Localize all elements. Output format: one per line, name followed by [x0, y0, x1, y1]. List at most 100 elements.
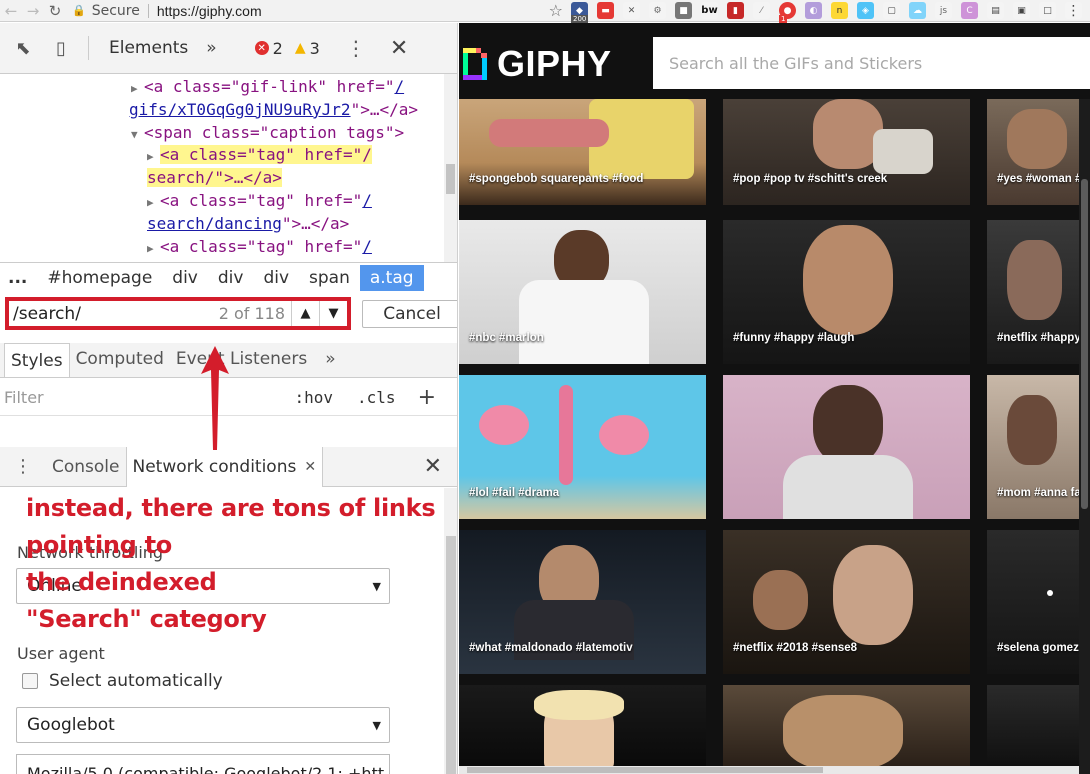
tab-console[interactable]: Console — [46, 447, 126, 487]
close-tab-icon[interactable]: ✕ — [304, 459, 316, 475]
gif-tile[interactable]: #mom #anna fa — [987, 375, 1079, 519]
gif-tile[interactable] — [459, 685, 706, 766]
expand-triangle-icon[interactable]: ▶ — [147, 192, 160, 215]
page-scrollbar[interactable] — [1079, 99, 1090, 774]
tab-event-listeners[interactable]: Event Listeners — [170, 349, 313, 377]
devtools-close-icon[interactable]: ✕ — [390, 36, 408, 61]
extension-cloud-icon[interactable]: ☁ — [909, 2, 926, 19]
search-prev-icon[interactable]: ▲ — [291, 301, 319, 326]
drawer-menu-icon[interactable]: ⋮ — [14, 456, 32, 477]
gif-tile[interactable]: #netflix #2018 #sense8 — [723, 530, 970, 674]
drawer-scrollbar[interactable] — [444, 488, 457, 774]
browser-menu-icon[interactable]: ⋮ — [1065, 2, 1082, 19]
address-bar[interactable]: https://giphy.com — [157, 3, 262, 19]
styles-filter-input[interactable]: Filter — [4, 388, 44, 407]
extension-gear-icon[interactable]: ⚙ — [649, 2, 666, 19]
gif-tile[interactable]: #selena gomez — [987, 530, 1079, 674]
dom-scrollbar[interactable] — [444, 74, 457, 262]
gif-tile[interactable]: #netflix #happy — [987, 220, 1079, 364]
new-style-rule-icon[interactable]: + — [418, 385, 436, 410]
breadcrumb-item-selected[interactable]: a.tag — [359, 264, 424, 291]
breadcrumb-item[interactable]: ... — [0, 268, 37, 288]
page-horizontal-scrollbar[interactable] — [459, 766, 1079, 774]
extension-purple-icon[interactable]: ◐ — [805, 2, 822, 19]
gif-tile[interactable]: #funny #happy #laugh — [723, 220, 970, 364]
extension-tool-icon[interactable]: ✕ — [623, 2, 640, 19]
breadcrumb-item[interactable]: span — [299, 268, 360, 288]
extension-notify-icon[interactable]: ● 1 — [779, 2, 796, 24]
reload-icon[interactable]: ↻ — [44, 0, 66, 22]
gif-figure — [753, 570, 808, 630]
giphy-page: GIPHY Search all the GIFs and Stickers #… — [459, 23, 1090, 774]
expand-triangle-icon[interactable]: ▶ — [147, 238, 160, 261]
breadcrumb-item[interactable]: div — [162, 268, 208, 288]
breadcrumb-item[interactable]: div — [253, 268, 299, 288]
tab-computed[interactable]: Computed — [70, 349, 170, 377]
hov-toggle[interactable]: :hov — [295, 388, 334, 407]
tab-network-conditions[interactable]: Network conditions ✕ — [125, 446, 324, 487]
breadcrumb-item[interactable]: #homepage — [37, 268, 162, 288]
more-tabs-icon[interactable]: » — [206, 38, 216, 58]
giphy-search-input[interactable]: Search all the GIFs and Stickers — [653, 37, 1090, 89]
secure-indicator[interactable]: 🔒 Secure — [72, 3, 140, 19]
dom-node-caption-tags[interactable]: ▼ <span class="caption tags"> — [0, 122, 457, 145]
page-scrollbar-thumb[interactable] — [1081, 179, 1088, 509]
cls-toggle[interactable]: .cls — [357, 388, 396, 407]
gif-tile[interactable]: #spongebob squarepants #food — [459, 99, 706, 205]
gif-tile[interactable]: #mom #anna fa — [723, 375, 970, 519]
page-horizontal-scrollbar-thumb[interactable] — [467, 767, 823, 773]
search-cancel-button[interactable]: Cancel — [362, 300, 457, 328]
extension-stats-icon[interactable]: ◆ 200 — [571, 2, 589, 24]
gif-tile[interactable]: #nbc #marlon — [459, 220, 706, 364]
back-icon[interactable]: ← — [0, 0, 22, 22]
giphy-logo[interactable]: GIPHY — [463, 43, 612, 85]
error-warning-counter[interactable]: ✕ 2 ▲ 3 — [254, 39, 320, 58]
giphy-header: GIPHY Search all the GIFs and Stickers — [459, 23, 1090, 99]
drawer-close-icon[interactable]: ✕ — [424, 454, 442, 479]
gif-tile[interactable]: #pop #pop tv #schitt's creek — [723, 99, 970, 205]
extension-sheet-icon[interactable]: ▤ — [987, 2, 1004, 19]
expand-triangle-icon[interactable]: ▶ — [131, 78, 144, 101]
extension-bw-icon[interactable]: bw — [701, 2, 718, 19]
extension-wand-icon[interactable]: ⁄ — [753, 2, 770, 19]
dom-search-input[interactable]: /search/ — [9, 304, 219, 324]
select-automatically-checkbox[interactable] — [22, 673, 38, 689]
extension-box-icon[interactable]: ▣ — [1013, 2, 1030, 19]
dom-scrollbar-thumb[interactable] — [446, 164, 455, 194]
breadcrumb-item[interactable]: div — [208, 268, 254, 288]
more-style-tabs-icon[interactable]: » — [319, 349, 341, 377]
dom-node-tag-dancing[interactable]: ▶ <a class="tag" href="/ — [0, 190, 457, 213]
extension-yellow-icon[interactable]: n — [831, 2, 848, 19]
extension-js-icon[interactable]: js — [935, 2, 952, 19]
extension-grey-icon[interactable]: ■ — [675, 2, 692, 19]
extension-frame-icon[interactable]: ▢ — [883, 2, 900, 19]
user-agent-select[interactable]: Googlebot ▼ — [16, 707, 390, 743]
expand-triangle-icon[interactable]: ▶ — [147, 146, 160, 169]
user-agent-string-input[interactable]: Mozilla/5.0 (compatible; Googlebot/2.1; … — [16, 754, 390, 774]
extension-blue-icon[interactable]: ◈ — [857, 2, 874, 19]
select-automatically-row[interactable]: Select automatically — [22, 671, 223, 691]
extension-red-icon[interactable]: ▬ — [597, 2, 614, 19]
dom-node-tag-search-selected[interactable]: ▶ <a class="tag" href="/ — [0, 144, 457, 167]
dom-node-gif-link[interactable]: ▶ <a class="gif-link" href="/ — [0, 76, 457, 99]
gif-tile[interactable]: #lol #fail #drama — [459, 375, 706, 519]
tab-styles[interactable]: Styles — [4, 343, 70, 377]
dom-node-tag-tacos[interactable]: ▶ <a class="tag" href="/ — [0, 236, 457, 259]
drawer-scrollbar-thumb[interactable] — [446, 536, 456, 774]
extension-c-icon[interactable]: C — [961, 2, 978, 19]
gif-tile[interactable]: #yes #woman # — [987, 99, 1079, 205]
extension-bookmark-icon[interactable]: ▮ — [727, 2, 744, 19]
search-next-icon[interactable]: ▼ — [319, 301, 347, 326]
gif-tile[interactable] — [723, 685, 970, 766]
collapse-triangle-icon[interactable]: ▼ — [131, 124, 144, 147]
extension-square-icon[interactable]: □ — [1039, 2, 1056, 19]
devtools-menu-icon[interactable]: ⋮ — [346, 36, 366, 60]
device-toggle-icon[interactable]: ▯ — [48, 35, 74, 61]
bookmark-star-icon[interactable]: ☆ — [549, 1, 563, 20]
tab-network-conditions-label: Network conditions — [132, 456, 297, 477]
gif-tile[interactable]: #what #maldonado #latemotiv — [459, 530, 706, 674]
gif-tile[interactable] — [987, 685, 1079, 766]
forward-icon[interactable]: → — [22, 0, 44, 22]
tab-elements[interactable]: Elements — [109, 38, 188, 58]
inspect-element-icon[interactable]: ⬉ — [10, 35, 36, 61]
